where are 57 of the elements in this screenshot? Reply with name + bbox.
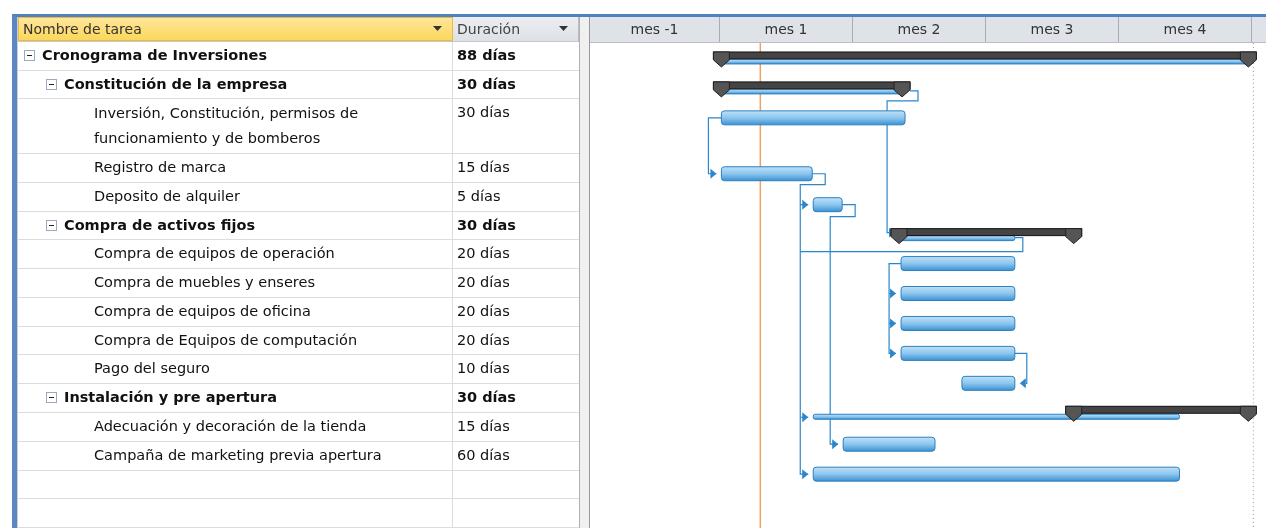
task-bar[interactable] — [900, 285, 1016, 301]
task-duration: 20 días — [457, 245, 510, 262]
dropdown-arrow-icon[interactable] — [559, 26, 568, 32]
task-bar[interactable] — [720, 166, 813, 182]
task-duration: 15 días — [457, 159, 510, 176]
task-name: Cronograma de Inversiones — [42, 46, 268, 63]
column-header[interactable]: Duración — [453, 17, 579, 41]
timescale-label: mes 4 — [1163, 21, 1207, 38]
task-duration: 30 días — [457, 389, 516, 406]
summary-bar[interactable] — [812, 405, 1257, 422]
task-bar[interactable] — [812, 466, 1180, 482]
collapse-icon[interactable] — [46, 78, 57, 90]
task-duration: 88 días — [457, 46, 516, 63]
task-duration: 10 días — [457, 360, 510, 377]
task-duration: 30 días — [457, 104, 510, 121]
task-name: Adecuación y decoración de la tienda — [94, 417, 367, 434]
column-header[interactable]: Nombre de tarea — [18, 17, 453, 41]
task-duration: 30 días — [457, 216, 516, 233]
task-name: Pago del seguro — [94, 360, 210, 377]
task-name: Compra de muebles y enseres — [94, 274, 315, 291]
task-bar[interactable] — [900, 315, 1016, 331]
task-bar[interactable] — [961, 375, 1016, 391]
summary-bar[interactable] — [712, 51, 1257, 68]
dependency-arrow — [707, 117, 722, 179]
task-duration: 60 días — [457, 446, 510, 463]
dropdown-arrow-icon[interactable] — [433, 26, 442, 32]
collapse-icon[interactable] — [46, 219, 57, 231]
timescale-label: mes -1 — [630, 21, 679, 38]
task-name: Campaña de marketing previa apertura — [94, 446, 382, 463]
summary-bar[interactable] — [890, 228, 1083, 245]
task-name: Deposito de alquiler — [94, 187, 240, 204]
task-name: Compra de equipos de operación — [94, 245, 335, 262]
task-bar[interactable] — [900, 256, 1016, 271]
dependency-arrow — [1014, 352, 1028, 389]
task-duration: 30 días — [457, 75, 516, 92]
task-name: Compra de Equipos de computación — [94, 331, 358, 348]
task-bar[interactable] — [842, 436, 936, 452]
task-duration: 20 días — [457, 331, 510, 348]
collapse-icon[interactable] — [24, 49, 35, 61]
task-bar[interactable] — [900, 345, 1016, 361]
task-duration: 15 días — [457, 417, 510, 434]
timescale-label: mes 1 — [764, 21, 808, 38]
task-bar[interactable] — [720, 110, 906, 126]
summary-bar[interactable] — [712, 81, 911, 98]
task-duration: 5 días — [457, 187, 501, 204]
timescale-label: mes 3 — [1030, 21, 1074, 38]
task-name: Compra de equipos de oficina — [94, 302, 311, 319]
task-name: Compra de activos fijos — [64, 216, 256, 233]
collapse-icon[interactable] — [46, 392, 57, 404]
task-duration: 20 días — [457, 274, 510, 291]
task-bar[interactable] — [812, 197, 843, 213]
task-name: Registro de marca — [94, 159, 227, 176]
task-name: Instalación y pre apertura — [64, 389, 277, 406]
timescale-label: mes 2 — [897, 21, 941, 38]
task-name: Constitución de la empresa — [64, 75, 288, 92]
task-duration: 20 días — [457, 302, 510, 319]
task-name: Inversión, Constitución, permisos de funcionamiento y de bomberos — [94, 104, 360, 149]
